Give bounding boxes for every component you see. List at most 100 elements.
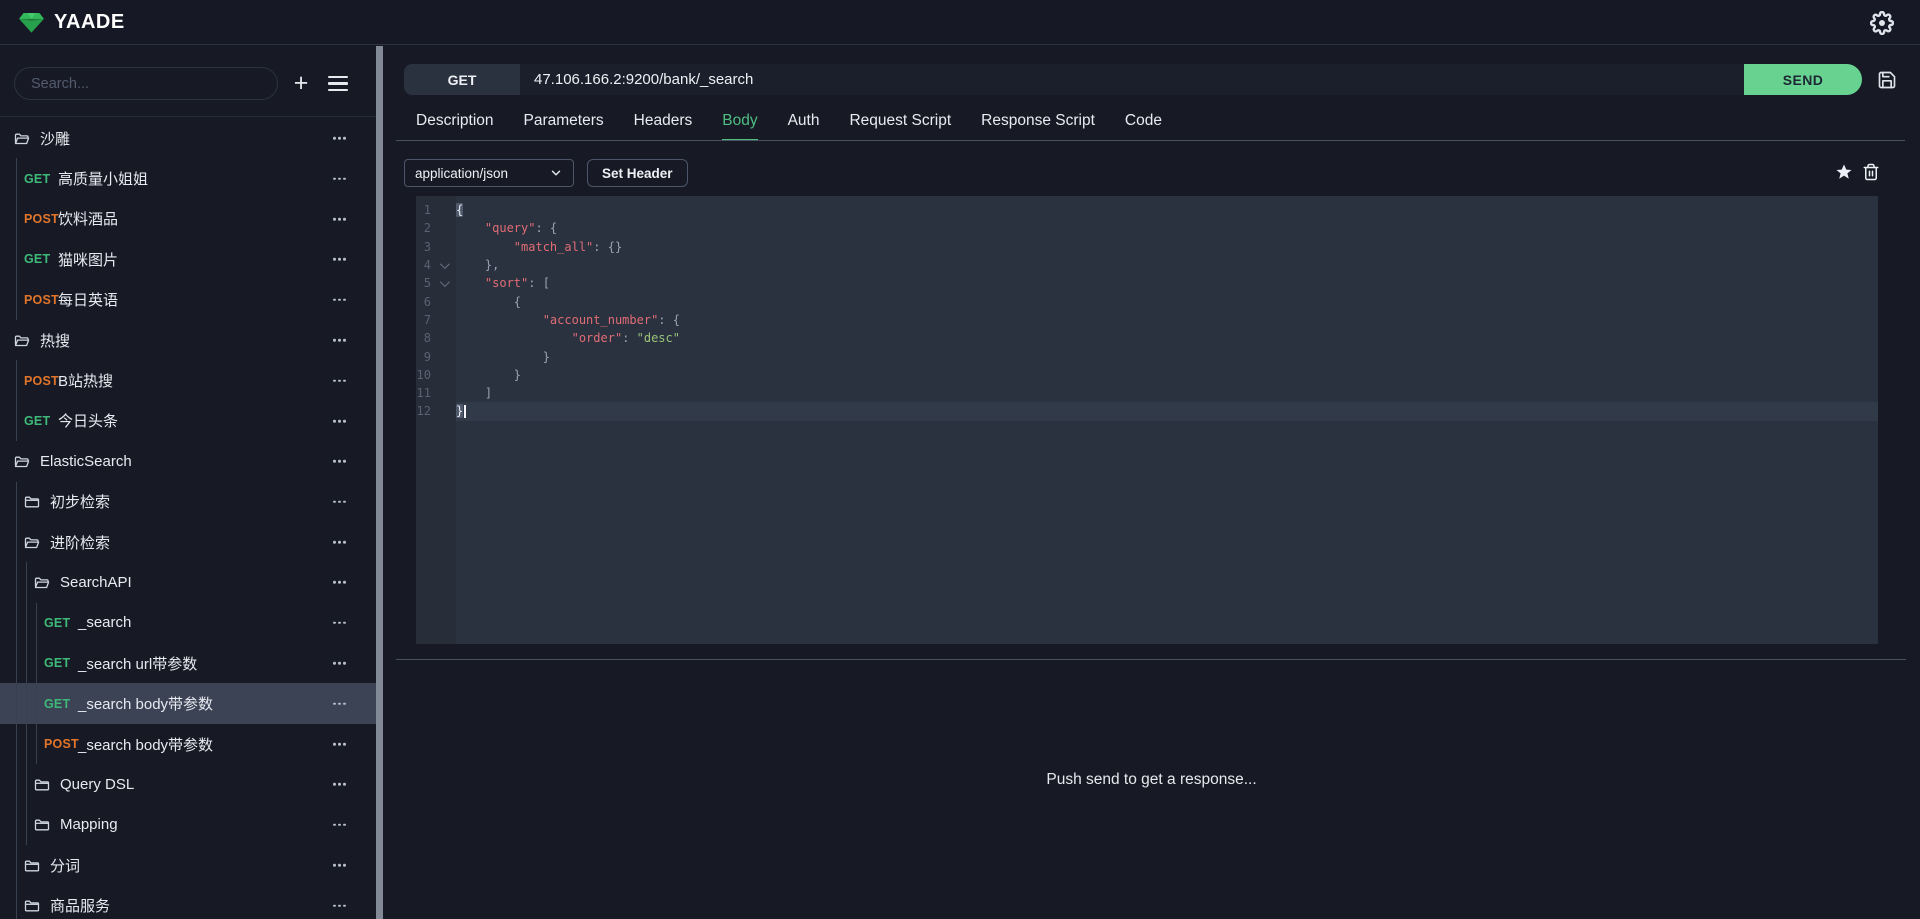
save-request-icon[interactable] (1877, 70, 1897, 90)
code-line[interactable]: 11 ] (416, 384, 1878, 402)
row-options-icon[interactable] (333, 541, 346, 544)
text-cursor (464, 405, 466, 418)
sidebar-request-row[interactable]: POST_search body带参数 (0, 724, 376, 764)
trash-icon[interactable] (1862, 163, 1880, 181)
settings-gear-icon[interactable] (1870, 11, 1894, 35)
sidebar-request-row[interactable]: GET_search body带参数 (0, 683, 376, 723)
row-options-icon[interactable] (333, 783, 346, 786)
sidebar-request-row[interactable]: GET_search (0, 603, 376, 643)
code-line[interactable]: 12} (416, 402, 1878, 420)
tab-auth[interactable]: Auth (788, 112, 820, 141)
code-line[interactable]: 4 }, (416, 256, 1878, 274)
code-line[interactable]: 9 } (416, 347, 1878, 365)
sidebar-folder-row[interactable]: 商品服务 (0, 885, 376, 919)
code-line[interactable]: 6 { (416, 292, 1878, 310)
row-options-icon[interactable] (333, 339, 346, 342)
indent-guide (26, 764, 27, 804)
add-collection-button[interactable]: + (286, 67, 316, 100)
code-text: } (456, 368, 521, 382)
folder-open-icon (34, 575, 50, 590)
sidebar-folder-row[interactable]: SearchAPI (0, 562, 376, 602)
row-label: 每日英语 (58, 289, 118, 310)
sidebar-request-row[interactable]: GET_search url带参数 (0, 643, 376, 683)
body-json-editor[interactable]: 1{2 "query": {3 "match_all": {}4 },5 "so… (416, 196, 1878, 644)
row-options-icon[interactable] (333, 258, 346, 261)
row-options-icon[interactable] (333, 824, 346, 827)
tab-parameters[interactable]: Parameters (524, 112, 604, 141)
sidebar-folder-row[interactable]: 分词 (0, 845, 376, 885)
request-method-badge: GET (44, 697, 78, 711)
row-options-icon[interactable] (333, 702, 346, 705)
folder-open-icon (14, 333, 30, 348)
row-options-icon[interactable] (333, 622, 346, 625)
tabs-divider (396, 140, 1905, 141)
method-select[interactable]: GET (404, 64, 520, 95)
sidebar-request-row[interactable]: GET高质量小姐姐 (0, 158, 376, 198)
sidebar-request-row[interactable]: GET猫咪图片 (0, 239, 376, 279)
sidebar-folder-row[interactable]: Query DSL (0, 764, 376, 804)
send-button[interactable]: SEND (1744, 64, 1862, 95)
fold-chevron-icon[interactable] (431, 280, 456, 287)
row-options-icon[interactable] (333, 177, 346, 180)
indent-guide (16, 158, 17, 198)
collections-menu-icon[interactable] (328, 74, 348, 93)
sidebar-folder-row[interactable]: 进阶检索 (0, 522, 376, 562)
sidebar-folder-row[interactable]: 沙雕 (0, 118, 376, 158)
tab-headers[interactable]: Headers (634, 112, 693, 141)
sidebar-request-row[interactable]: GET今日头条 (0, 401, 376, 441)
row-options-icon[interactable] (333, 904, 346, 907)
sidebar-folder-row[interactable]: ElasticSearch (0, 441, 376, 481)
code-line[interactable]: 8 "order": "desc" (416, 329, 1878, 347)
indent-guide (16, 239, 17, 279)
set-header-button[interactable]: Set Header (587, 159, 688, 187)
row-label: ElasticSearch (40, 453, 132, 470)
row-options-icon[interactable] (333, 137, 346, 140)
row-options-icon[interactable] (333, 298, 346, 301)
row-label: 沙雕 (40, 128, 70, 149)
sidebar-request-row[interactable]: POSTB站热搜 (0, 360, 376, 400)
code-line[interactable]: 10 } (416, 366, 1878, 384)
folder-closed-icon (24, 858, 40, 873)
sidebar-folder-row[interactable]: 热搜 (0, 320, 376, 360)
folder-open-icon (14, 454, 30, 469)
row-options-icon[interactable] (333, 379, 346, 382)
request-method-badge: GET (44, 656, 78, 670)
tab-code[interactable]: Code (1125, 112, 1162, 141)
code-line[interactable]: 3 "match_all": {} (416, 238, 1878, 256)
response-divider[interactable] (396, 659, 1906, 660)
row-options-icon[interactable] (333, 662, 346, 665)
code-line[interactable]: 7 "account_number": { (416, 311, 1878, 329)
sidebar-request-row[interactable]: POST每日英语 (0, 280, 376, 320)
folder-closed-icon (34, 777, 50, 792)
tab-request-script[interactable]: Request Script (849, 112, 951, 141)
content-type-select[interactable]: application/json (404, 159, 574, 187)
code-line[interactable]: 2 "query": { (416, 219, 1878, 237)
sidebar-request-row[interactable]: POST饮料酒品 (0, 199, 376, 239)
indent-guide (26, 643, 27, 683)
row-options-icon[interactable] (333, 460, 346, 463)
url-input[interactable] (520, 64, 1744, 95)
star-icon[interactable] (1835, 163, 1853, 181)
sidebar-resize-handle[interactable] (376, 46, 383, 919)
code-line[interactable]: 5 "sort": [ (416, 274, 1878, 292)
content-type-value: application/json (415, 166, 508, 181)
sidebar-folder-row[interactable]: Mapping (0, 805, 376, 845)
tab-description[interactable]: Description (416, 112, 494, 141)
sidebar-folder-row[interactable]: 初步检索 (0, 482, 376, 522)
row-options-icon[interactable] (333, 864, 346, 867)
code-line[interactable]: 1{ (416, 201, 1878, 219)
fold-chevron-icon[interactable] (431, 262, 456, 269)
tab-response-script[interactable]: Response Script (981, 112, 1095, 141)
app-logo: YAADE (18, 9, 125, 36)
row-options-icon[interactable] (333, 581, 346, 584)
request-method-badge: POST (24, 212, 58, 226)
indent-guide (16, 562, 17, 602)
indent-guide (16, 280, 17, 320)
row-options-icon[interactable] (333, 500, 346, 503)
row-label: _search (78, 614, 131, 631)
row-options-icon[interactable] (333, 218, 346, 221)
search-input[interactable] (14, 67, 278, 100)
row-options-icon[interactable] (333, 420, 346, 423)
tab-body[interactable]: Body (722, 112, 757, 141)
row-options-icon[interactable] (333, 743, 346, 746)
